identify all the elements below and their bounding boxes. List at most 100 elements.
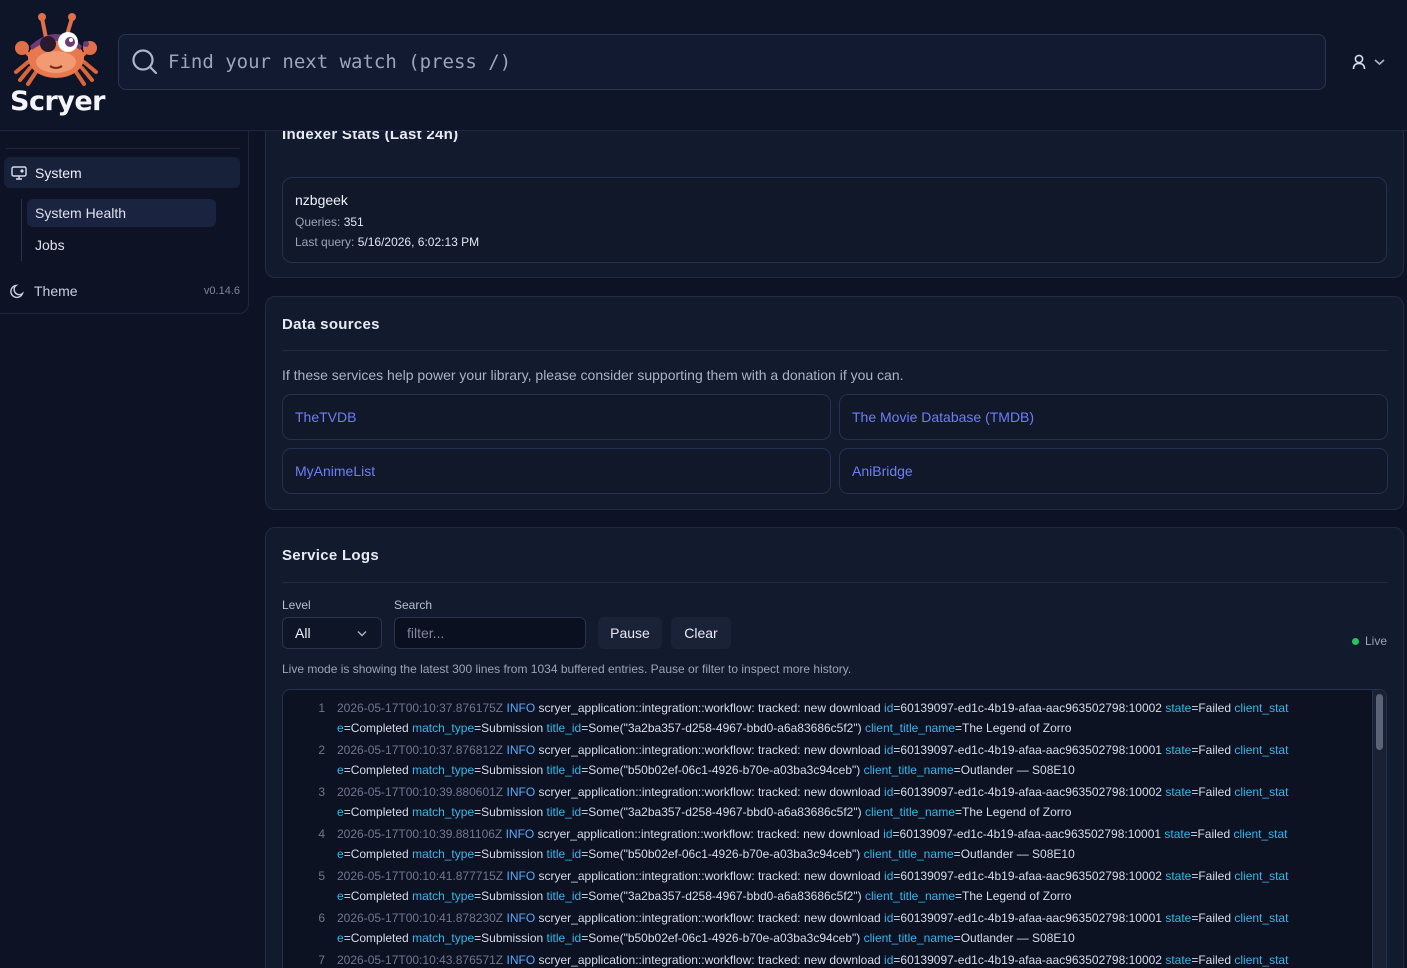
log-message: tracked: new download <box>757 827 880 841</box>
sidebar-item-system-health[interactable]: System Health <box>27 199 216 227</box>
log-timestamp: 2026-05-17T00:10:43.876571Z <box>337 953 504 967</box>
log-value: The Legend of Zorro <box>962 889 1072 903</box>
log-value: Some("b50b02ef-06c1-4926-b70e-a03ba3c94c… <box>588 763 861 777</box>
log-value: Outlander — S08E10 <box>960 763 1075 777</box>
last-query-value: 5/16/2026, 6:02:13 PM <box>357 235 480 249</box>
theme-toggle[interactable]: Theme v0.14.6 <box>10 281 240 301</box>
log-line-number: 5 <box>318 869 325 883</box>
log-key: state <box>1165 785 1192 799</box>
log-source: scryer_application::integration::workflo… <box>538 911 755 925</box>
link-thetvdb[interactable]: TheTVDB <box>282 394 831 440</box>
chevron-down-icon <box>357 631 367 637</box>
log-message: tracked: new download <box>757 953 881 967</box>
link-anibridge[interactable]: AniBridge <box>839 448 1388 494</box>
log-source: scryer_application::integration::workflo… <box>538 785 755 799</box>
sidebar: System System Health Jobs Theme v0.14.6 <box>0 131 249 314</box>
log-key: state <box>1165 953 1192 967</box>
search-icon <box>132 49 158 75</box>
indexer-name: nzbgeek <box>295 192 348 208</box>
theme-label: Theme <box>34 283 78 299</box>
level-select[interactable]: All <box>282 617 382 649</box>
sidebar-item-jobs[interactable]: Jobs <box>27 231 216 259</box>
app-logo[interactable]: Scryer <box>8 8 108 123</box>
global-search[interactable] <box>118 34 1326 90</box>
log-scrollbar-thumb[interactable] <box>1376 694 1383 750</box>
log-line-number: 4 <box>318 827 325 841</box>
log-filter-input[interactable] <box>394 617 586 649</box>
last-query-label: Last query: <box>295 235 355 249</box>
log-message: tracked: new download <box>757 701 881 715</box>
app-name: Scryer <box>10 86 106 117</box>
panel-divider <box>282 582 1387 583</box>
pause-button[interactable]: Pause <box>598 617 662 649</box>
log-level: INFO <box>506 743 536 757</box>
log-entry: 6 2026-05-17T00:10:41.878230Z INFO scryer… <box>283 908 1373 948</box>
indexer-card: nzbgeek Queries: 351 Last query: 5/16/20… <box>282 177 1387 263</box>
log-key: state <box>1165 701 1192 715</box>
log-value: Completed <box>350 721 409 735</box>
log-value: Some("b50b02ef-06c1-4926-b70e-a03ba3c94c… <box>588 847 861 861</box>
log-value: Some("3a2ba357-d258-4967-bbd0-a6a83686c5… <box>588 889 862 903</box>
panel-divider <box>282 350 1387 351</box>
clear-button[interactable]: Clear <box>671 617 731 649</box>
search-label: Search <box>394 598 433 612</box>
log-key: match_type <box>412 763 475 777</box>
queries-label: Queries: <box>295 215 341 229</box>
log-value: Some("3a2ba357-d258-4967-bbd0-a6a83686c5… <box>588 805 862 819</box>
live-dot <box>1351 637 1359 645</box>
top-bar: Scryer <box>0 0 1407 131</box>
sidebar-divider <box>6 148 240 149</box>
log-value: Failed <box>1197 827 1231 841</box>
user-menu[interactable] <box>1352 52 1392 72</box>
sidebar-item-system[interactable]: System <box>4 157 240 188</box>
log-viewer[interactable]: 1 2026-05-17T00:10:37.876175Z INFO scryer… <box>282 689 1387 968</box>
log-scrollbar[interactable] <box>1372 690 1386 968</box>
log-key: e <box>337 805 344 819</box>
system-monitor-icon <box>11 165 27 180</box>
log-value: 60139097-ed1c-4b19-afaa-aac963502798:100… <box>900 911 1162 925</box>
search-input[interactable] <box>168 51 1325 73</box>
log-source: scryer_application::integration::workflo… <box>538 701 755 715</box>
log-value: Failed <box>1198 911 1232 925</box>
log-value: Submission <box>481 721 544 735</box>
log-key: match_type <box>412 931 475 945</box>
service-logs-title: Service Logs <box>282 547 379 564</box>
log-key: id <box>883 827 893 841</box>
log-timestamp: 2026-05-17T00:10:39.881106Z <box>337 827 503 841</box>
log-line-continuation: e=Completed match_type=Submission title_… <box>337 889 1072 903</box>
user-icon <box>1352 54 1366 70</box>
log-line-text: 2026-05-17T00:10:39.880601Z INFO scryer_… <box>337 785 1289 799</box>
log-line-text: 2026-05-17T00:10:39.881106Z INFO scryer_… <box>337 827 1288 841</box>
log-value: Some("3a2ba357-d258-4967-bbd0-a6a83686c5… <box>588 721 862 735</box>
data-sources-description: If these services help power your librar… <box>282 367 904 383</box>
log-key: state <box>1165 869 1192 883</box>
log-entry: 3 2026-05-17T00:10:39.880601Z INFO scryer… <box>283 782 1373 822</box>
log-level: INFO <box>506 911 536 925</box>
log-line-number: 1 <box>318 701 325 715</box>
log-key: e <box>337 721 344 735</box>
link-tmdb[interactable]: The Movie Database (TMDB) <box>839 394 1388 440</box>
log-source: scryer_application::integration::workflo… <box>538 869 755 883</box>
log-key: title_id <box>546 721 582 735</box>
log-line-number: 6 <box>318 911 325 925</box>
log-entry: 1 2026-05-17T00:10:37.876175Z INFO scryer… <box>283 698 1373 738</box>
log-message: tracked: new download <box>757 743 881 757</box>
log-line-continuation: e=Completed match_type=Submission title_… <box>337 847 1075 861</box>
log-key: e <box>337 889 344 903</box>
log-line-continuation: e=Completed match_type=Submission title_… <box>337 805 1072 819</box>
log-key: client_stat <box>1233 827 1288 841</box>
log-value: The Legend of Zorro <box>962 805 1072 819</box>
log-key: e <box>337 931 344 945</box>
log-level: INFO <box>505 827 535 841</box>
log-line-continuation: e=Completed match_type=Submission title_… <box>337 721 1072 735</box>
indexer-last-query: Last query: 5/16/2026, 6:02:13 PM <box>295 235 479 249</box>
link-myanimelist[interactable]: MyAnimeList <box>282 448 831 494</box>
log-key: id <box>884 701 894 715</box>
log-key: title_id <box>546 847 582 861</box>
log-key: client_stat <box>1234 869 1289 883</box>
log-timestamp: 2026-05-17T00:10:37.876812Z <box>337 743 504 757</box>
log-entry: 4 2026-05-17T00:10:39.881106Z INFO scryer… <box>283 824 1373 864</box>
log-key: title_id <box>546 889 582 903</box>
log-key: client_stat <box>1234 701 1289 715</box>
log-value: The Legend of Zorro <box>962 721 1072 735</box>
